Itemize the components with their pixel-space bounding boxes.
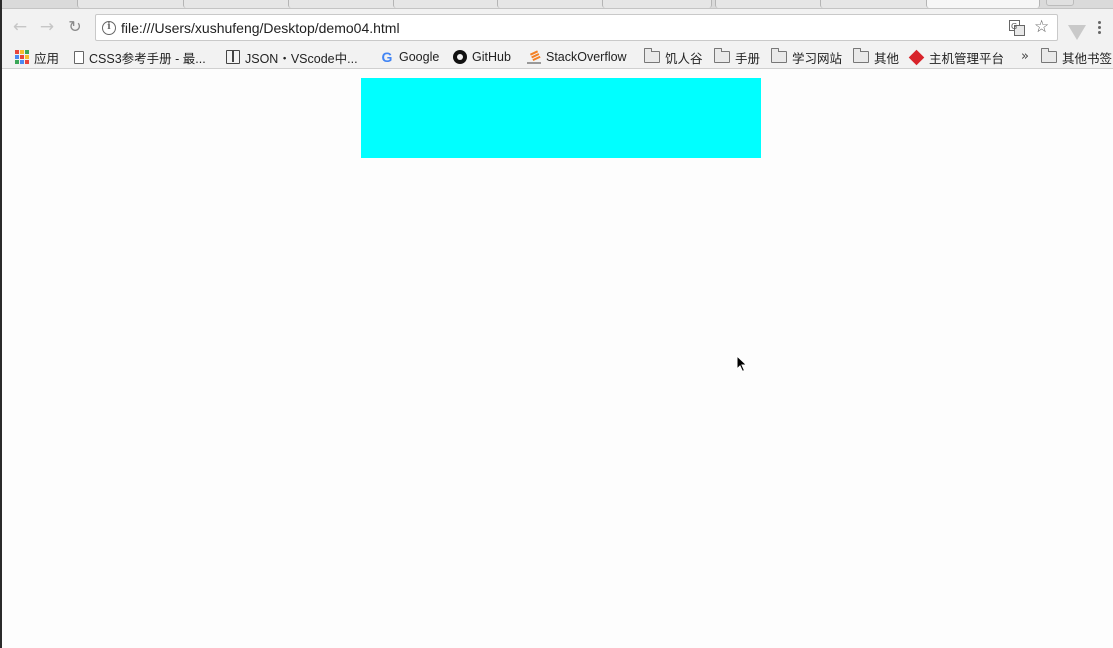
browser-window: ← → ↻ i file:///Users/xushufeng/Desktop/… [0,0,1113,648]
tab[interactable] [183,0,293,8]
bookmark-label: 其他书签 [1062,51,1113,66]
back-arrow-icon[interactable]: ← [11,18,29,36]
page-icon [74,50,84,64]
bookmark-item[interactable]: StackOverflow [527,48,627,66]
translate-icon[interactable]: G [1009,20,1025,36]
bookmark-label: 手册 [735,51,761,66]
bookmark-item[interactable]: G Google [380,48,440,66]
window-edge [0,0,2,648]
book-icon [226,50,240,64]
bookmark-label: CSS3参考手册 - 最... [89,51,206,66]
bookmark-folder[interactable]: 学习网站 [771,48,842,66]
bookmark-star-icon[interactable]: ☆ [1034,18,1049,37]
cyan-box [361,78,761,158]
mouse-cursor-icon [736,355,748,373]
bookmarks-overflow-chevron-icon[interactable]: » [1021,49,1029,64]
tab-active[interactable] [926,0,1040,8]
bookmark-folder[interactable]: 其他 [853,48,899,66]
bookmark-other-folder[interactable]: 其他书签 [1041,48,1112,66]
tab[interactable] [77,0,191,8]
stackoverflow-icon [527,50,541,64]
diamond-icon [908,49,925,65]
bookmark-label: 其他 [874,51,900,66]
toolbar: ← → ↻ i file:///Users/xushufeng/Desktop/… [0,9,1113,45]
folder-icon [644,48,660,63]
bookmark-folder[interactable]: 手册 [714,48,760,66]
bookmark-item[interactable]: GitHub [453,48,511,66]
url-text[interactable]: file:///Users/xushufeng/Desktop/demo04.h… [121,20,400,36]
folder-icon [771,48,787,63]
extension-icon[interactable] [1068,25,1086,40]
reload-icon[interactable]: ↻ [66,18,84,36]
bookmark-apps[interactable]: 应用 [15,48,59,66]
google-icon: G [381,49,393,65]
tab[interactable] [288,0,398,8]
github-icon [453,50,467,64]
bookmark-item[interactable]: JSON・VScode中... [226,48,358,66]
page-content [2,70,1113,648]
tab[interactable] [393,0,503,8]
tab-strip [0,0,1113,9]
bookmarks-bar: 应用 CSS3参考手册 - 最... JSON・VScode中... G Goo… [0,45,1113,69]
tab[interactable] [820,0,930,8]
bookmark-label: 学习网站 [792,51,843,66]
folder-icon [1041,48,1057,63]
tab[interactable] [497,0,607,8]
bookmark-folder[interactable]: 饥人谷 [644,48,703,66]
bookmark-label: 主机管理平台 [929,51,1005,66]
tab[interactable] [715,0,825,8]
bookmark-label: Google [399,50,440,64]
bookmark-label: StackOverflow [546,50,627,64]
svg-text:G: G [1011,22,1017,31]
tab[interactable] [602,0,712,8]
bookmark-label: 应用 [34,51,60,66]
info-icon[interactable]: i [102,21,116,35]
new-tab-button[interactable] [1046,0,1074,6]
folder-icon [714,48,730,63]
folder-icon [853,48,869,63]
bookmark-label: 饥人谷 [665,51,703,66]
bookmark-item[interactable]: 主机管理平台 [908,48,1005,66]
bookmark-item[interactable]: CSS3参考手册 - 最... [74,48,206,66]
address-bar[interactable]: i file:///Users/xushufeng/Desktop/demo04… [95,14,1058,41]
apps-grid-icon [15,50,29,64]
bookmark-label: JSON・VScode中... [245,51,358,66]
menu-icon[interactable] [1097,21,1103,37]
bookmark-label: GitHub [472,50,511,64]
forward-arrow-icon[interactable]: → [38,18,56,36]
